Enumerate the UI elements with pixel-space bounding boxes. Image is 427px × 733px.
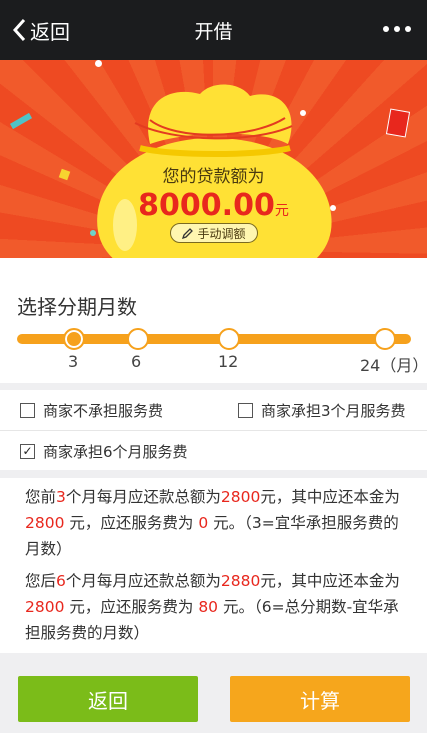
page-title: 开借: [194, 21, 233, 43]
term-tick-3: 3: [68, 352, 79, 371]
term-tick-6: 6: [131, 352, 142, 371]
adjust-amount-button[interactable]: 手动调额: [170, 223, 258, 243]
info-total: 2800: [220, 488, 261, 506]
info-principal: 2800: [25, 514, 65, 532]
option-label: 商家不承担服务费: [43, 402, 164, 420]
option-3-month-fee[interactable]: 商家承担3个月服务费: [238, 400, 406, 421]
info-total: 2880: [220, 572, 261, 590]
repayment-info-first-period: 您前3个月每月应还款总额为2800元，其中应还本金为 2800 元，应还服务费为…: [25, 484, 405, 562]
info-text: 元，应还服务费为: [64, 514, 199, 532]
service-fee-options: 商家不承担服务费 商家承担3个月服务费 ✓ 商家承担6个月服务费: [0, 390, 427, 470]
adjust-amount-label: 手动调额: [197, 226, 246, 241]
divider: [0, 430, 427, 431]
option-6-month-fee[interactable]: ✓ 商家承担6个月服务费: [20, 441, 188, 462]
info-text: 个月每月应还款总额为: [65, 572, 221, 590]
info-months: 6: [56, 572, 66, 590]
calculate-button[interactable]: 计算: [230, 676, 410, 722]
term-title: 选择分期月数: [17, 295, 137, 319]
term-knob-12[interactable]: [218, 328, 240, 350]
checkbox-checked-icon[interactable]: ✓: [20, 444, 35, 459]
info-text: 元，其中应还本金为: [260, 488, 400, 506]
info-text: 元，其中应还本金为: [260, 572, 400, 590]
pencil-icon: [182, 228, 194, 239]
confetti-decoration: [90, 230, 96, 236]
loan-amount-number: 8000.00: [138, 188, 275, 223]
term-tick-24: 24（月）: [360, 356, 427, 375]
info-service-fee: 0: [198, 514, 209, 532]
more-options-icon[interactable]: [383, 26, 411, 32]
loan-amount-value: 8000.00元: [0, 188, 427, 223]
confetti-decoration: [9, 112, 33, 130]
info-text: 元，应还服务费为: [64, 598, 199, 616]
info-months: 3: [56, 488, 66, 506]
info-text: 您前: [25, 488, 57, 506]
confetti-decoration: [300, 110, 306, 116]
loan-amount-unit: 元: [274, 203, 289, 219]
info-text: 您后: [25, 572, 57, 590]
checkbox-unchecked-icon[interactable]: [20, 403, 35, 418]
loan-amount-label: 您的贷款额为: [162, 167, 265, 187]
info-principal: 2800: [25, 598, 65, 616]
term-knob-24[interactable]: [374, 328, 396, 350]
info-service-fee: 80: [198, 598, 219, 616]
checkbox-unchecked-icon[interactable]: [238, 403, 253, 418]
term-knob-6[interactable]: [127, 328, 149, 350]
term-tick-12: 12: [218, 352, 239, 371]
red-envelope-icon: [385, 108, 411, 138]
repayment-info-second-period: 您后6个月每月应还款总额为2880元，其中应还本金为 2800 元，应还服务费为…: [25, 568, 405, 646]
confetti-decoration: [95, 60, 102, 67]
top-bar: 返回 开借: [0, 0, 427, 60]
option-label: 商家承担3个月服务费: [261, 402, 406, 420]
option-no-fee[interactable]: 商家不承担服务费: [20, 400, 163, 421]
repayment-info: 您前3个月每月应还款总额为2800元，其中应还本金为 2800 元，应还服务费为…: [0, 478, 427, 653]
option-label: 商家承担6个月服务费: [43, 443, 188, 461]
back-button[interactable]: 返回: [18, 676, 198, 722]
term-knob-3[interactable]: [63, 328, 85, 350]
info-text: 个月每月应还款总额为: [65, 488, 221, 506]
